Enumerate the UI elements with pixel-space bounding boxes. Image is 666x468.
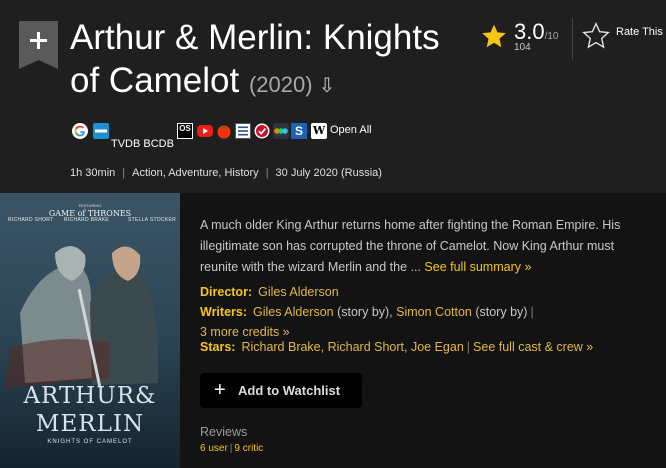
poster-credit-3: STELLA STOCKER	[128, 217, 177, 223]
title-year[interactable]: (2020)	[249, 72, 313, 97]
rate-this-button[interactable]: Rate This	[582, 22, 666, 52]
google-icon[interactable]	[72, 123, 88, 139]
rate-this-label: Rate This	[616, 26, 663, 38]
open-all-link[interactable]: Open All	[330, 124, 372, 136]
writer-link[interactable]: Simon Cotton	[396, 305, 472, 319]
bookmark-plus-icon	[19, 21, 58, 69]
reviews-separator: |	[229, 443, 233, 454]
bing-icon[interactable]	[93, 123, 109, 139]
rotten-tomatoes-icon[interactable]	[216, 123, 232, 139]
stars-row: Stars: Richard Brake, Richard Short, Joe …	[200, 337, 593, 357]
stars-links[interactable]: Richard Brake, Richard Short, Joe Egan	[241, 340, 463, 354]
watchlist-ribbon[interactable]	[19, 21, 58, 69]
letterboxd-icon[interactable]	[273, 123, 289, 139]
title-header: Arthur & Merlin: Knights of Camelot (202…	[0, 0, 666, 193]
poster-featuring: FEATURING	[78, 203, 102, 208]
poster-image[interactable]: FEATURING GAME of THRONES RICHARD SHORT …	[0, 193, 180, 468]
director-link[interactable]: Giles Alderson	[258, 285, 339, 299]
rating-divider	[572, 18, 573, 60]
writer-role: (story by),	[333, 305, 397, 319]
stars-label: Stars:	[200, 340, 236, 354]
rating-votes[interactable]: 104	[514, 42, 531, 53]
review-counts: 6 user | 9 critic	[200, 443, 263, 454]
page-title: Arthur & Merlin: Knights of Camelot (202…	[70, 16, 470, 108]
director-label: Director:	[200, 285, 253, 299]
poster-subtitle: KNIGHTS OF CAMELOT	[47, 439, 133, 445]
writers-row: Writers: Giles Alderson (story by), Simon…	[200, 302, 640, 342]
overview-section: FEATURING GAME of THRONES RICHARD SHORT …	[0, 193, 666, 468]
download-arrow-icon[interactable]: ⇩	[319, 75, 336, 97]
genres[interactable]: Action, Adventure, History	[132, 167, 259, 179]
rating-out-of: /10	[544, 31, 559, 42]
poster-title-line-2: MERLIN	[35, 411, 145, 437]
checkmark-icon[interactable]	[254, 123, 270, 139]
meta-separator: |	[265, 167, 269, 179]
watchlist-label: Add to Watchlist	[238, 383, 341, 398]
full-cast-link[interactable]: See full cast & crew »	[473, 340, 593, 354]
title-meta-row: 1h 30min | Action, Adventure, History | 30 J…	[70, 167, 382, 179]
opensubtitles-icon[interactable]: OS	[177, 123, 193, 139]
w-label: W	[312, 124, 326, 137]
runtime: 1h 30min	[70, 167, 116, 179]
rating-widget: 3.0/10 104	[480, 19, 570, 59]
poster-credit-2: RICHARD BRAKE	[64, 217, 110, 223]
plot-summary: A much older King Arthur returns home af…	[200, 215, 650, 278]
os-label: OS	[179, 124, 191, 133]
s-label: S	[294, 124, 303, 138]
critic-reviews-link[interactable]: 9 critic	[234, 443, 263, 454]
rating-value: 3.0	[514, 19, 545, 44]
user-reviews-link[interactable]: 6 user	[200, 443, 228, 454]
poster-title-line-1: ARTHUR&	[23, 383, 157, 409]
reviews-heading: Reviews	[200, 425, 248, 439]
summary-text: A much older King Arthur returns home af…	[200, 218, 621, 274]
writers-separator: |	[530, 305, 534, 319]
writer-role: (story by)	[471, 305, 528, 319]
wikipedia-icon[interactable]: W	[311, 123, 327, 139]
writer-link[interactable]: Giles Alderson	[253, 305, 334, 319]
poster-credit-1: RICHARD SHORT	[8, 217, 54, 223]
star-outline-icon	[582, 22, 610, 49]
star-icon	[482, 24, 506, 48]
plus-icon: +	[214, 379, 226, 401]
writers-label: Writers:	[200, 305, 248, 319]
director-row: Director: Giles Alderson	[200, 282, 339, 302]
list-icon[interactable]	[235, 123, 251, 139]
youtube-icon[interactable]	[197, 124, 213, 138]
add-to-watchlist-button[interactable]: + Add to Watchlist	[200, 373, 362, 408]
stars-separator: |	[466, 340, 471, 354]
s-icon[interactable]: S	[291, 123, 307, 139]
see-full-summary-link[interactable]: See full summary »	[424, 260, 531, 274]
release-date[interactable]: 30 July 2020 (Russia)	[276, 167, 382, 179]
tvdb-bcdb-link[interactable]: TVDB BCDB	[111, 138, 174, 150]
meta-separator: |	[122, 167, 126, 179]
